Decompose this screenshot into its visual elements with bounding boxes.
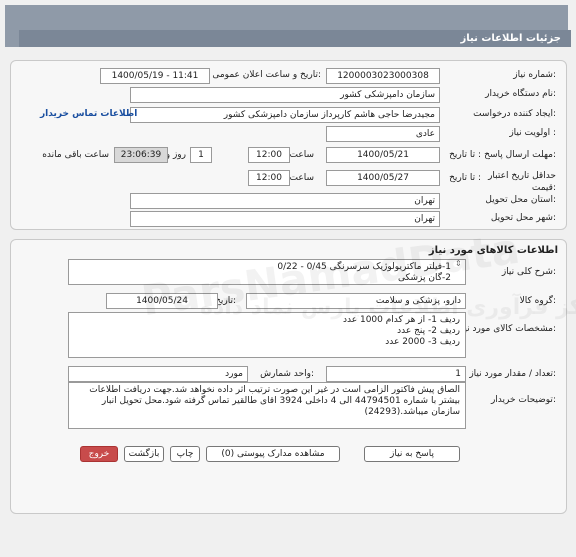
province-field: تهران <box>130 193 440 209</box>
unit-label: واحد شمارش: <box>260 369 314 379</box>
validity-time-label: ساعت <box>289 173 315 183</box>
creator-label: ایجاد کننده درخواست: <box>473 109 556 119</box>
exit-button[interactable]: خروج <box>80 446 118 462</box>
print-button[interactable]: چاپ <box>170 446 200 462</box>
remaining-time-field: 23:06:39 <box>114 147 168 163</box>
qty-field: 1 <box>326 366 466 382</box>
buyer-notes-label: توضیحات خریدار: <box>490 395 556 405</box>
goods-section-title: اطلاعات کالاهای مورد نیاز <box>428 245 558 256</box>
announce-field: 1400/05/19 - 11:41 <box>100 68 210 84</box>
page-title: جزئیات اطلاعات نیاز <box>19 30 571 47</box>
attachments-button[interactable]: مشاهده مدارک پیوستی (0) <box>206 446 340 462</box>
remaining-label: ساعت باقی مانده <box>42 150 109 160</box>
validity-date-field: 1400/05/27 <box>326 170 440 186</box>
group-label: گروه کالا: <box>519 296 556 306</box>
qty-label: تعداد / مقدار مورد نیاز: <box>469 369 556 379</box>
min-validity-label: حداقل تاریخ اعتبار قیمت: <box>488 171 556 193</box>
need-number-label: شماره نیاز: <box>513 70 556 80</box>
page-header: جزئیات اطلاعات نیاز <box>5 5 571 47</box>
back-button[interactable]: بازگشت <box>124 446 164 462</box>
reply-date-field: 1400/05/21 <box>326 147 440 163</box>
creator-field: مجیدرضا حاجی هاشم کارپرداز سازمان دامپزش… <box>130 107 440 123</box>
reply-time-field: 12:00 <box>248 147 290 163</box>
priority-label: اولویت نیاز : <box>509 128 556 138</box>
priority-field: عادی <box>326 126 440 142</box>
province-label: استان محل تحویل: <box>485 195 556 205</box>
specs-label: مشخصات کالای مورد نیاز: <box>457 324 556 334</box>
days-label: روز و <box>165 150 186 160</box>
summary-field: 1-فیلتر ماکتریولوژیک سرسرنگی 0/45 - 0/22… <box>68 259 466 285</box>
reply-button[interactable]: پاسخ به نیاز <box>364 446 460 462</box>
unit-field: مورد <box>68 366 248 382</box>
buyer-org-field: سازمان دامپزشکی کشور <box>130 87 440 103</box>
reply-deadline-label: مهلت ارسال پاسخ: <box>484 150 556 160</box>
reply-to-date-label: تا تاریخ : <box>449 150 481 160</box>
contact-buyer-link[interactable]: اطلاعات تماس خریدار <box>40 109 137 119</box>
need-date-field: 1400/05/24 <box>106 293 218 309</box>
days-field: 1 <box>190 147 212 163</box>
buyer-org-label: نام دستگاه خریدار: <box>485 89 556 99</box>
resize-handle-icon[interactable]: ⇕ <box>455 259 462 268</box>
city-label: شهر محل تحویل: <box>490 213 556 223</box>
city-field: تهران <box>130 211 440 227</box>
specs-field: ردیف 1- از هر کدام 1000 عدد ردیف 2- پنج … <box>68 312 466 358</box>
buyer-notes-field: الصاق پیش فاکتور الزامی است در غیر این ص… <box>68 382 466 429</box>
validity-to-date-label: تا تاریخ : <box>449 173 481 183</box>
group-field: دارو، پزشکی و سلامت <box>246 293 466 309</box>
need-number-field: 1200003023000308 <box>326 68 440 84</box>
announce-label: تاریخ و ساعت اعلان عمومی: <box>212 70 321 80</box>
summary-label: شرح کلی نیاز: <box>501 267 556 277</box>
validity-time-field: 12:00 <box>248 170 290 186</box>
reply-time-label: ساعت <box>289 150 315 160</box>
